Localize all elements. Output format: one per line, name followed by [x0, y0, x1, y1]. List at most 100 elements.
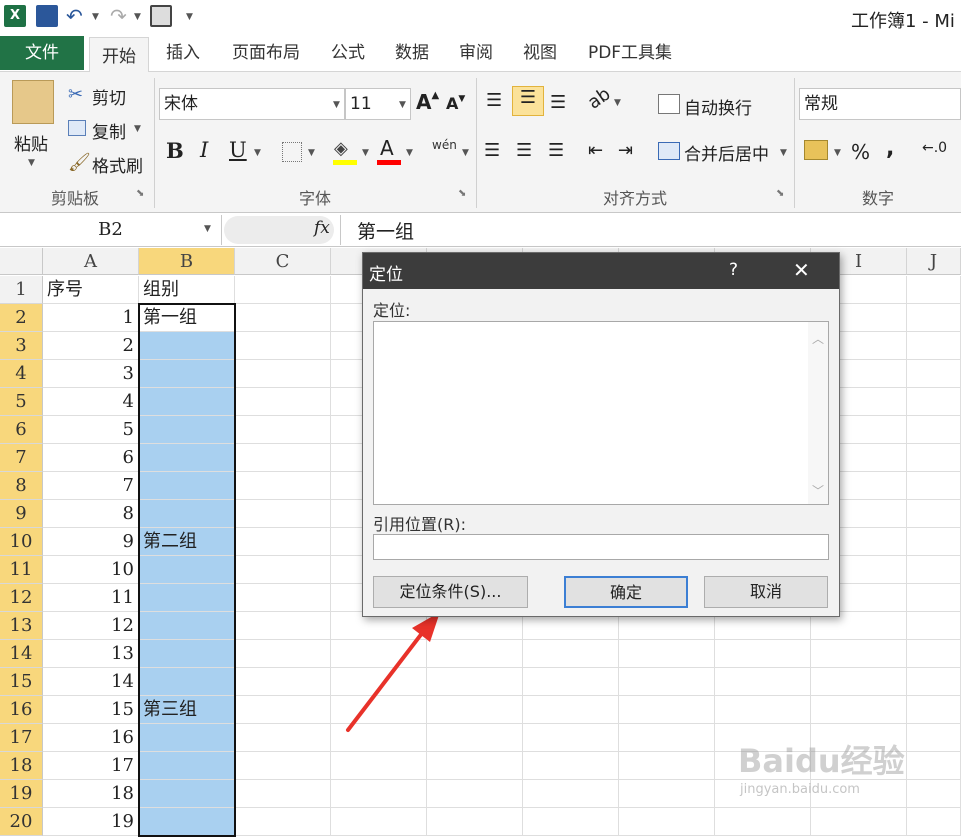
paste-dropdown-icon[interactable]: ▼	[28, 158, 35, 168]
wrap-text-button[interactable]: 自动换行	[684, 94, 752, 119]
underline-dropdown-icon[interactable]: ▼	[254, 148, 261, 158]
grid-cell[interactable]	[907, 472, 961, 500]
font-launcher-icon[interactable]: ⬊	[458, 188, 466, 199]
cell-a[interactable]: 3	[43, 360, 139, 388]
grid-cell[interactable]	[235, 556, 331, 584]
font-name-dropdown-icon[interactable]: ▼	[333, 100, 340, 110]
increase-indent-icon[interactable]: ⇥	[618, 140, 633, 161]
row-header[interactable]: 11	[0, 556, 43, 584]
grid-cell[interactable]	[235, 416, 331, 444]
font-size-dropdown-icon[interactable]: ▼	[399, 100, 406, 110]
grid-cell[interactable]	[235, 696, 331, 724]
fill-color-dropdown-icon[interactable]: ▼	[362, 148, 369, 158]
merge-dropdown-icon[interactable]: ▼	[780, 148, 787, 158]
top-align-icon[interactable]: ☰	[486, 90, 502, 111]
cell-b[interactable]: 组别	[139, 276, 235, 304]
grid-cell[interactable]	[523, 696, 619, 724]
cell-a[interactable]: 15	[43, 696, 139, 724]
number-format-combo[interactable]: 常规	[799, 88, 961, 120]
grid-cell[interactable]	[235, 304, 331, 332]
paste-icon[interactable]	[12, 80, 54, 124]
ok-button[interactable]: 确定	[564, 576, 688, 608]
grid-cell[interactable]	[235, 500, 331, 528]
cell-a[interactable]: 5	[43, 416, 139, 444]
cancel-button[interactable]: 取消	[704, 576, 828, 608]
tab-view[interactable]: 视图	[514, 34, 566, 72]
grid-cell[interactable]	[907, 556, 961, 584]
cell-a[interactable]: 序号	[43, 276, 139, 304]
row-header[interactable]: 10	[0, 528, 43, 556]
grid-cell[interactable]	[331, 752, 427, 780]
grid-cell[interactable]	[523, 752, 619, 780]
grid-cell[interactable]	[907, 696, 961, 724]
row-header[interactable]: 5	[0, 388, 43, 416]
formula-input[interactable]: 第一组	[357, 217, 414, 244]
borders-icon[interactable]	[282, 142, 302, 162]
grid-cell[interactable]	[907, 668, 961, 696]
currency-dropdown-icon[interactable]: ▼	[834, 148, 841, 158]
scroll-down-icon[interactable]: ﹀	[812, 482, 824, 499]
grid-cell[interactable]	[907, 724, 961, 752]
grid-cell[interactable]	[331, 780, 427, 808]
clipboard-launcher-icon[interactable]: ⬊	[136, 188, 144, 199]
grid-cell[interactable]	[523, 640, 619, 668]
row-header[interactable]: 13	[0, 612, 43, 640]
tab-formulas[interactable]: 公式	[322, 34, 374, 72]
grid-cell[interactable]	[811, 696, 907, 724]
grid-cell[interactable]	[907, 780, 961, 808]
listbox-scrollbar[interactable]	[808, 322, 828, 504]
grid-cell[interactable]	[715, 640, 811, 668]
grid-cell[interactable]	[235, 724, 331, 752]
undo-dropdown-icon[interactable]: ▼	[92, 12, 99, 22]
grid-cell[interactable]	[235, 808, 331, 836]
grid-cell[interactable]	[523, 808, 619, 836]
row-header[interactable]: 9	[0, 500, 43, 528]
row-header[interactable]: 4	[0, 360, 43, 388]
customize-qat-icon[interactable]: ▼	[186, 12, 193, 22]
redo-dropdown-icon[interactable]: ▼	[134, 12, 141, 22]
tab-review[interactable]: 审阅	[450, 34, 502, 72]
save-icon[interactable]	[36, 5, 58, 27]
grid-cell[interactable]	[235, 388, 331, 416]
grid-cell[interactable]	[235, 276, 331, 304]
shrink-font-icon[interactable]: A▼	[446, 94, 465, 113]
grid-cell[interactable]	[427, 780, 523, 808]
grid-cell[interactable]	[715, 808, 811, 836]
grow-font-icon[interactable]: A▲	[416, 90, 439, 114]
tab-insert[interactable]: 插入	[158, 34, 208, 72]
column-header-c[interactable]: C	[235, 248, 331, 275]
cell-a[interactable]: 19	[43, 808, 139, 836]
orientation-dropdown-icon[interactable]: ▼	[614, 98, 621, 108]
column-header-b[interactable]: B	[139, 248, 235, 275]
grid-cell[interactable]	[523, 724, 619, 752]
decrease-indent-icon[interactable]: ⇤	[588, 140, 603, 161]
grid-cell[interactable]	[715, 696, 811, 724]
cell-a[interactable]: 1	[43, 304, 139, 332]
grid-cell[interactable]	[235, 668, 331, 696]
grid-cell[interactable]	[811, 640, 907, 668]
align-right-icon[interactable]: ☰	[548, 140, 564, 161]
grid-cell[interactable]	[619, 752, 715, 780]
phonetic-guide-button[interactable]: wén	[432, 138, 457, 152]
copy-button[interactable]: 复制	[92, 118, 126, 143]
increase-decimal-icon[interactable]: ←.0	[922, 140, 947, 156]
grid-cell[interactable]	[235, 444, 331, 472]
comma-style-button[interactable]: ,	[886, 136, 894, 161]
grid-cell[interactable]	[235, 584, 331, 612]
cut-button[interactable]: 剪切	[92, 84, 126, 109]
redo-icon[interactable]: ↷	[110, 4, 127, 28]
row-header[interactable]: 20	[0, 808, 43, 836]
cell-a[interactable]: 6	[43, 444, 139, 472]
percent-style-button[interactable]: %	[851, 140, 870, 164]
borders-dropdown-icon[interactable]: ▼	[308, 148, 315, 158]
cell-a[interactable]: 2	[43, 332, 139, 360]
grid-cell[interactable]	[619, 808, 715, 836]
grid-cell[interactable]	[907, 304, 961, 332]
font-color-button[interactable]: A	[380, 136, 394, 160]
grid-cell[interactable]	[907, 276, 961, 304]
grid-cell[interactable]	[235, 752, 331, 780]
row-header[interactable]: 12	[0, 584, 43, 612]
grid-cell[interactable]	[907, 612, 961, 640]
tab-home[interactable]: 开始	[89, 37, 149, 73]
tab-pdf-tools[interactable]: PDF工具集	[578, 34, 682, 72]
